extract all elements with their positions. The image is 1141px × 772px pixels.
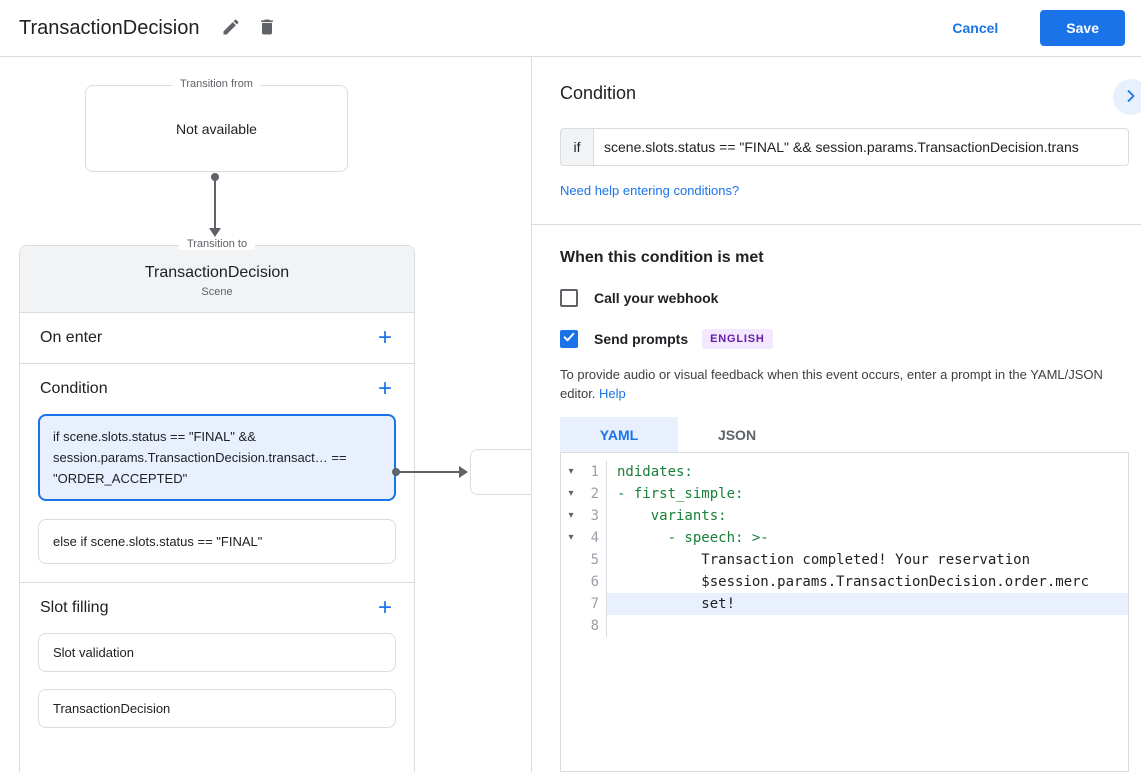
code-line[interactable]: variants: [607, 505, 1128, 527]
line-number: 3 [581, 505, 607, 527]
editor-line: ▾ 3 variants: [561, 505, 1128, 527]
transition-from-node: Transition from Not available [85, 78, 348, 172]
fold-toggle-icon[interactable]: ▾ [561, 505, 581, 527]
linked-scene-node[interactable] [470, 449, 531, 495]
condition-editor-section: Condition if Need help entering conditio… [532, 57, 1141, 224]
edit-title-button[interactable] [213, 10, 249, 46]
slot-card-transaction-decision[interactable]: TransactionDecision [38, 689, 396, 728]
checkmark-icon [562, 330, 576, 349]
arrow-right-icon [459, 466, 468, 478]
editor-line: 6 $session.params.TransactionDecision.or… [561, 571, 1128, 593]
transition-from-content: Not available [176, 120, 257, 137]
condition-detail-panel: Condition if Need help entering conditio… [532, 57, 1141, 772]
prompt-description: To provide audio or visual feedback when… [560, 365, 1129, 403]
on-enter-label: On enter [40, 329, 103, 346]
when-met-heading: When this condition is met [560, 249, 764, 266]
send-prompts-row: Send prompts ENGLISH [560, 329, 1129, 349]
editor-line: ▾ 4 - speech: >- [561, 527, 1128, 549]
code-line-highlighted[interactable]: set! [607, 593, 1128, 615]
prompt-description-text: To provide audio or visual feedback when… [560, 367, 1103, 401]
editor-line: 8 [561, 615, 1128, 637]
connector-line [214, 179, 216, 229]
transition-to-node: Transition to TransactionDecision Scene … [19, 238, 415, 772]
code-line[interactable]: Transaction completed! Your reservation [607, 549, 1128, 571]
line-number: 5 [581, 549, 607, 571]
trash-icon [257, 17, 277, 40]
line-number: 1 [581, 461, 607, 483]
add-on-enter-button[interactable]: + [376, 326, 394, 350]
send-prompts-checkbox[interactable] [560, 330, 578, 348]
delete-scene-button[interactable] [249, 10, 285, 46]
collapse-panel-button[interactable] [1113, 79, 1141, 115]
webhook-label: Call your webhook [594, 290, 719, 306]
condition-section-label: Condition [40, 380, 108, 397]
tab-json[interactable]: JSON [678, 417, 796, 452]
chevron-right-icon [1121, 86, 1141, 109]
on-enter-section: On enter + [20, 313, 414, 364]
code-line[interactable]: ndidates: [607, 461, 1128, 483]
code-line[interactable] [607, 615, 1128, 637]
webhook-row: Call your webhook [560, 289, 1129, 307]
send-prompts-label: Send prompts [594, 331, 689, 347]
fold-toggle-icon[interactable]: ▾ [561, 483, 581, 505]
add-condition-button[interactable]: + [376, 377, 394, 401]
condition-help-link[interactable]: Need help entering conditions? [560, 183, 739, 198]
scene-card-title: TransactionDecision [144, 264, 290, 281]
page-title: TransactionDecision [19, 16, 200, 39]
cancel-button[interactable]: Cancel [936, 12, 1014, 44]
top-bar: TransactionDecision Cancel Save [0, 0, 1141, 57]
if-label-chip: if [560, 128, 594, 166]
transition-to-label: Transition to [178, 238, 256, 250]
line-number: 2 [581, 483, 607, 505]
editor-format-tabs: YAML JSON [560, 417, 1129, 452]
line-number: 8 [581, 615, 607, 637]
line-number: 4 [581, 527, 607, 549]
editor-line: 7 set! [561, 593, 1128, 615]
scene-diagram-canvas: Transition from Not available Transition… [0, 57, 532, 772]
slot-card-validation[interactable]: Slot validation [38, 633, 396, 672]
fold-toggle-icon[interactable]: ▾ [561, 527, 581, 549]
condition-connector-line [399, 471, 459, 473]
condition-expression-input[interactable] [594, 128, 1129, 166]
tab-yaml[interactable]: YAML [560, 417, 678, 452]
language-badge: ENGLISH [702, 329, 773, 349]
editor-line: ▾ 2 - first_simple: [561, 483, 1128, 505]
scene-editor-page: TransactionDecision Cancel Save Transiti… [0, 0, 1141, 772]
fold-toggle-icon[interactable]: ▾ [561, 461, 581, 483]
add-slot-button[interactable]: + [376, 596, 394, 620]
line-number: 6 [581, 571, 607, 593]
code-line[interactable]: $session.params.TransactionDecision.orde… [607, 571, 1128, 593]
help-link[interactable]: Help [599, 386, 626, 401]
slot-filling-section: Slot filling + [20, 583, 414, 633]
line-number: 7 [581, 593, 607, 615]
condition-input-row: if [560, 128, 1129, 166]
transition-from-label: Transition from [172, 78, 261, 90]
arrow-down-icon [209, 228, 221, 237]
editor-line: 5 Transaction completed! Your reservatio… [561, 549, 1128, 571]
condition-card-selected[interactable]: if scene.slots.status == "FINAL" && sess… [38, 414, 396, 501]
condition-card[interactable]: else if scene.slots.status == "FINAL" [38, 519, 396, 564]
yaml-code-editor[interactable]: ▾ 1 ndidates: ▾ 2 - first_simple: ▾ 3 va… [560, 452, 1129, 772]
scene-card-subtitle: Scene [201, 286, 233, 298]
slot-filling-label: Slot filling [40, 599, 109, 616]
code-line[interactable]: - speech: >- [607, 527, 1128, 549]
editor-line: ▾ 1 ndidates: [561, 461, 1128, 483]
condition-section: Condition + [20, 364, 414, 414]
scene-card-header: TransactionDecision Scene [20, 246, 414, 313]
save-button[interactable]: Save [1040, 10, 1125, 46]
condition-met-section: When this condition is met Call your web… [532, 225, 1141, 772]
condition-heading: Condition [560, 83, 637, 103]
webhook-checkbox[interactable] [560, 289, 578, 307]
code-line[interactable]: - first_simple: [607, 483, 1128, 505]
pencil-icon [221, 17, 241, 40]
